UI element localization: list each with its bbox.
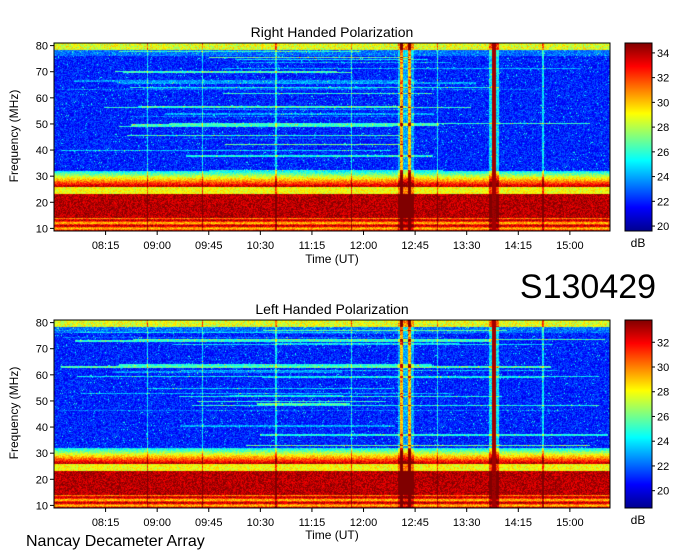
colorbar-tick-label: 28 (657, 122, 669, 134)
y-axis-label: Frequency (MHz) (7, 90, 21, 183)
heatmap-image (54, 43, 610, 231)
heatmap-plot (53, 319, 611, 509)
colorbar-tick-label: 28 (657, 387, 669, 399)
y-axis-label: Frequency (MHz) (7, 367, 21, 460)
x-tick-label: 09:00 (143, 240, 171, 252)
spectrogram-figure: Right Handed Polarization 10 20 30 40 50 60 70… (7, 24, 669, 550)
x-tick-label: 13:30 (453, 240, 481, 252)
colorbar-tick-label: 30 (657, 97, 669, 109)
x-tick-label: 12:00 (350, 240, 378, 252)
y-tick-label: 80 (36, 318, 48, 330)
x-tick-label: 12:45 (401, 240, 429, 252)
x-axis: 08:15 09:00 09:45 10:30 11:15 12:00 12:45 13:30… (92, 508, 584, 529)
x-tick-label: 09:45 (195, 517, 223, 529)
panel-right-handed: Right Handed Polarization 10 20 30 40 50 60 70… (7, 24, 669, 266)
y-tick-label: 40 (36, 145, 48, 157)
x-tick-label: 11:15 (299, 240, 326, 252)
x-tick-label: 08:15 (92, 517, 120, 529)
colorbar-label: dB (631, 236, 646, 250)
y-tick-label: 50 (36, 119, 48, 131)
colorbar: 20 22 24 26 28 30 32 (624, 319, 669, 509)
colorbar-tick-label: 22 (657, 196, 669, 208)
colorbar-tick-label: 24 (657, 436, 669, 448)
colorbar-tick-label: 30 (657, 362, 669, 374)
colorbar-tick-label: 32 (657, 73, 669, 85)
colorbar-tick-label: 32 (657, 337, 669, 349)
panel-title: Left Handed Polarization (255, 301, 408, 317)
y-tick-label: 60 (36, 93, 48, 105)
panel-left-handed: Left Handed Polarization 10 20 30 40 50 60 70 8… (7, 301, 669, 542)
y-tick-label: 20 (36, 474, 48, 486)
x-tick-label: 14:15 (505, 240, 533, 252)
x-tick-label: 14:15 (505, 517, 533, 529)
y-tick-label: 70 (36, 67, 48, 79)
x-tick-label: 10:30 (247, 517, 275, 529)
y-tick-label: 10 (36, 223, 48, 235)
x-tick-label: 09:45 (195, 240, 223, 252)
colorbar-gradient (624, 319, 653, 509)
colorbar-tick-label: 22 (657, 461, 669, 473)
y-tick-label: 10 (36, 500, 48, 512)
y-tick-label: 20 (36, 197, 48, 209)
heatmap-plot (53, 42, 611, 232)
colorbar-tick-label: 20 (657, 221, 669, 233)
x-axis: 08:15 09:00 09:45 10:30 11:15 12:00 12:45 13:30… (92, 231, 584, 252)
colorbar-gradient (624, 42, 653, 232)
x-tick-label: 08:15 (92, 240, 120, 252)
x-tick-label: 12:45 (401, 517, 429, 529)
x-axis-label: Time (UT) (305, 528, 359, 542)
heatmap-image (54, 320, 610, 508)
y-axis: 10 20 30 40 50 60 70 80 (36, 318, 54, 512)
event-id: S130429 (520, 268, 656, 306)
panel-title: Right Handed Polarization (251, 24, 414, 40)
y-tick-label: 80 (36, 41, 48, 53)
y-tick-label: 60 (36, 370, 48, 382)
colorbar-tick-label: 26 (657, 147, 669, 159)
y-tick-label: 70 (36, 344, 48, 356)
colorbar: 20 22 24 26 28 30 32 34 (624, 42, 669, 233)
x-tick-label: 10:30 (247, 240, 275, 252)
colorbar-tick-label: 34 (657, 48, 669, 60)
x-tick-label: 15:00 (556, 517, 584, 529)
x-tick-label: 13:30 (453, 517, 481, 529)
colorbar-tick-label: 24 (657, 172, 669, 184)
colorbar-label: dB (631, 513, 646, 527)
y-tick-label: 30 (36, 171, 48, 183)
x-tick-label: 09:00 (143, 517, 171, 529)
x-tick-label: 15:00 (556, 240, 584, 252)
colorbar-tick-label: 26 (657, 411, 669, 423)
colorbar-tick-label: 20 (657, 486, 669, 498)
y-tick-label: 50 (36, 396, 48, 408)
y-tick-label: 30 (36, 448, 48, 460)
y-axis: 10 20 30 40 50 60 70 80 (36, 41, 54, 235)
observatory-label: Nancay Decameter Array (26, 533, 205, 550)
x-axis-label: Time (UT) (305, 252, 359, 266)
y-tick-label: 40 (36, 422, 48, 434)
